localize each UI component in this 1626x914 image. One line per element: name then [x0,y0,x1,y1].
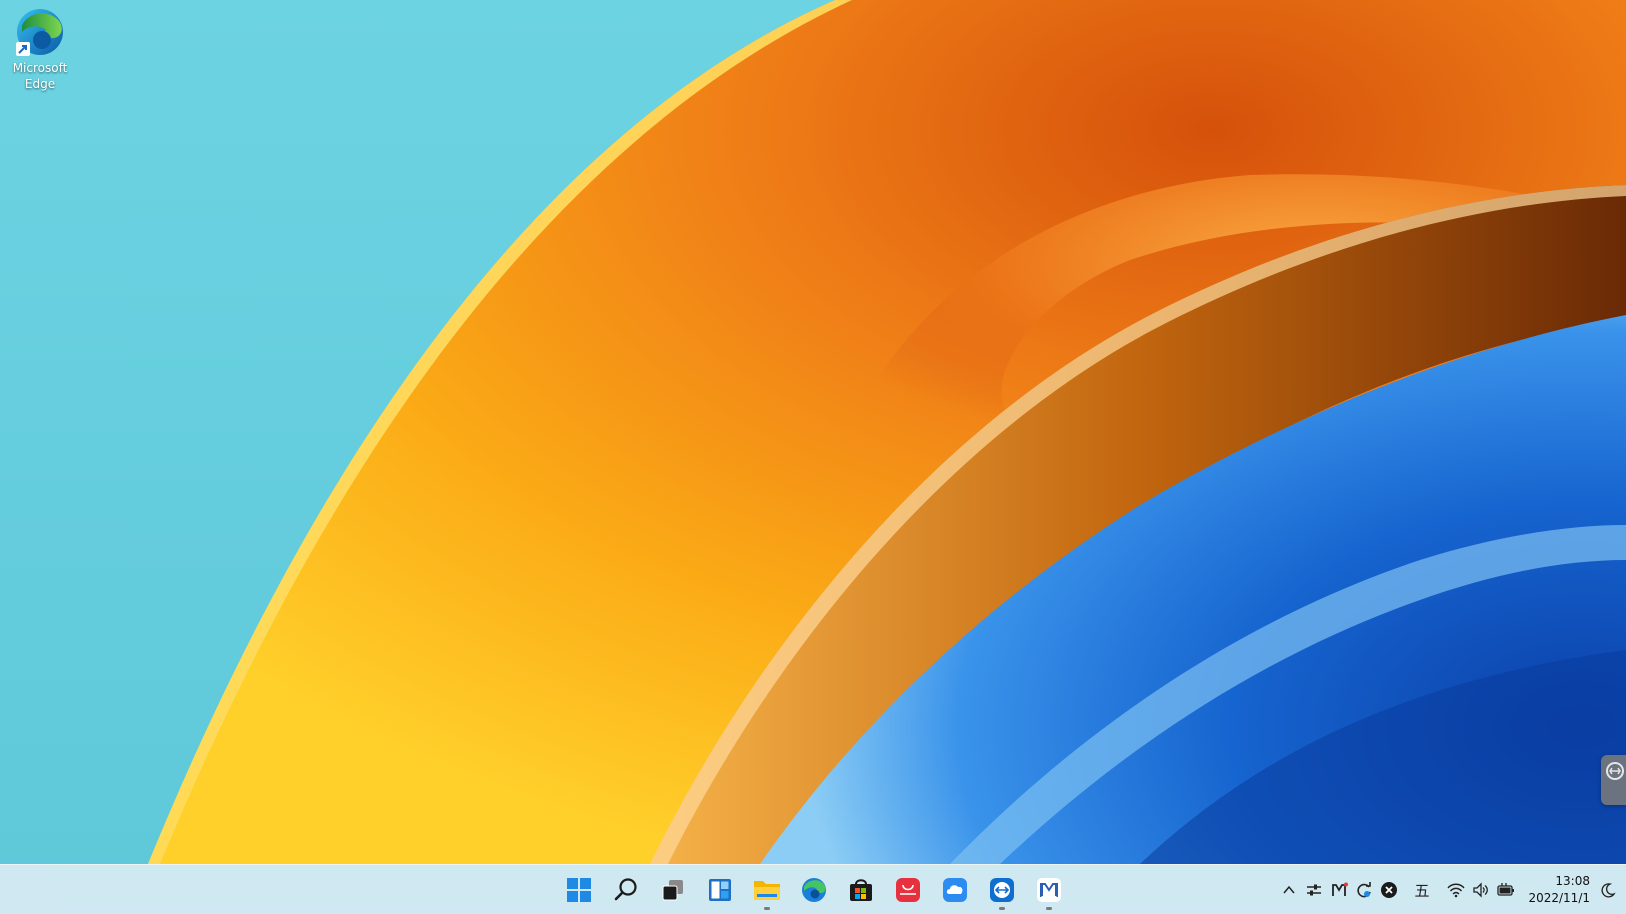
pc-manager-icon [1036,878,1061,902]
system-tray: 五 13:08 2022/11/1 [1276,865,1626,914]
task-view-button[interactable] [652,870,693,911]
do-not-disturb-moon-icon [1601,883,1616,898]
store-button[interactable] [840,870,881,911]
windows-logo-icon [566,878,591,902]
battery-button[interactable] [1493,875,1518,905]
start-button[interactable] [558,870,599,911]
running-indicator [763,906,770,910]
close-circle-icon [1380,882,1397,898]
store-icon [849,879,872,901]
desktop[interactable]: Microsoft Edge 五 13:08 2022/11/1 [0,0,1626,914]
edge-icon [801,878,826,902]
wifi-icon [1446,883,1465,898]
widgets-button[interactable] [699,870,740,911]
widgets-icon [708,879,731,901]
teamviewer-button[interactable] [981,870,1022,911]
edge-taskbar-button[interactable] [793,870,834,911]
file-explorer-button[interactable] [746,870,787,911]
running-indicator [1045,906,1052,910]
tray-sync-button[interactable] [1351,875,1376,905]
volume-icon [1472,882,1488,898]
wifi-button[interactable] [1443,875,1468,905]
teamviewer-icon [989,878,1014,902]
search-button[interactable] [605,870,646,911]
taskbar-apps [558,865,1069,914]
battery-plug-icon [1496,883,1514,896]
clock[interactable]: 13:08 2022/11/1 [1524,873,1590,907]
clock-time: 13:08 [1555,874,1590,888]
notification-button[interactable] [1594,875,1622,905]
task-view-icon [662,880,683,901]
tray-pc-manager-button[interactable] [1326,875,1351,905]
pc-manager-tray-icon [1331,882,1348,896]
tray-close-app-button[interactable] [1376,875,1401,905]
running-indicator [998,906,1005,910]
wallpaper [0,0,1626,914]
volume-button[interactable] [1468,875,1493,905]
cloud-icon [942,878,967,902]
huawei-appgallery-button[interactable] [887,870,928,911]
tray-sliders-button[interactable] [1301,875,1326,905]
ime-indicator[interactable]: 五 [1401,875,1443,905]
edge-icon [14,6,66,58]
desktop-icon-microsoft-edge[interactable]: Microsoft Edge [4,6,76,92]
teamviewer-side-tab[interactable] [1601,755,1626,805]
clock-date: 2022/11/1 [1528,891,1590,905]
teamviewer-tab-icon [1606,762,1624,780]
desktop-icon-label: Microsoft Edge [12,61,68,91]
huawei-appgallery-icon [895,878,920,902]
folder-icon [753,881,780,900]
taskbar: 五 13:08 2022/11/1 [0,864,1626,914]
cloud-drive-button[interactable] [934,870,975,911]
sliders-icon [1306,884,1321,896]
chevron-up-icon [1282,885,1295,894]
show-hidden-icons-button[interactable] [1276,875,1301,905]
search-icon [614,878,637,901]
sync-icon [1356,882,1371,898]
pc-manager-button[interactable] [1028,870,1069,911]
